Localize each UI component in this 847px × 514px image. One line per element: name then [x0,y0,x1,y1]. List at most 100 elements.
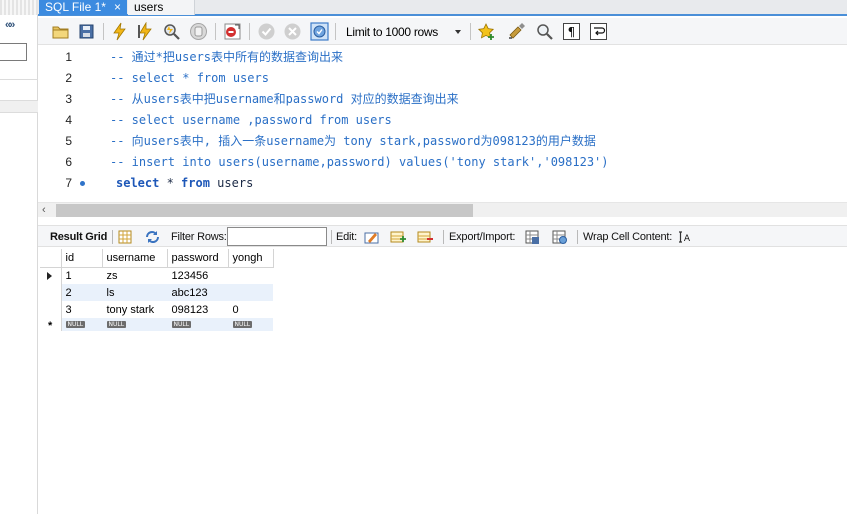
toolbar-separator [249,23,250,40]
result-grid[interactable]: id username password yongh 1 zs 123456 2… [40,249,274,332]
cell-id[interactable]: 1 [61,267,102,284]
rollback-icon[interactable] [283,22,302,41]
row-header[interactable] [40,267,62,284]
cell-password[interactable]: 123456 [167,267,228,284]
result-toolbar: Result Grid Filter Rows: Edit: Export/Im… [38,225,847,247]
toolbar-separator [443,230,444,244]
limit-rows-value: Limit to 1000 rows [346,25,438,39]
panel-splitter[interactable] [38,217,847,225]
editor-line: 1 -- 通过*把users表中所有的数据查询出来 [38,47,847,68]
scrollbar-thumb[interactable] [56,204,473,217]
svg-text:A: A [684,234,691,244]
save-icon[interactable] [77,22,96,41]
form-view-icon[interactable] [117,229,134,245]
sql-editor[interactable]: 1 -- 通过*把users表中所有的数据查询出来 2 -- select * … [38,46,847,202]
stop-hand-icon[interactable] [189,22,208,41]
beautify-brush-icon[interactable] [507,22,526,41]
cell-null[interactable]: NULL [167,318,228,331]
scroll-left-icon[interactable]: ‹ [42,204,46,216]
execute-lightning-icon[interactable] [110,22,129,41]
refresh-icon[interactable] [144,229,161,245]
tab-users[interactable]: users [128,0,195,15]
invisible-chars-pilcrow-icon[interactable]: ¶ [562,22,581,41]
cell-password[interactable]: 098123 [167,301,228,318]
sql-statement: select * from users [116,173,253,193]
sidebar-filter-input[interactable] [0,43,27,61]
current-row-pointer-icon [47,271,52,280]
editor-line-current: 7 select * from users [38,173,847,194]
commit-icon[interactable] [257,22,276,41]
filter-rows-input[interactable] [227,227,327,246]
new-row[interactable]: * NULL NULL NULL NULL [40,318,273,332]
delete-row-icon[interactable] [417,229,434,245]
collapse-arrows-icon[interactable]: «» [5,19,15,31]
cell-yongh[interactable]: 0 [228,301,273,318]
line-number: 3 [65,92,72,106]
import-icon[interactable] [551,229,568,245]
column-header-yongh[interactable]: yongh [228,249,274,268]
sidebar-grip[interactable] [0,0,38,15]
table-row[interactable]: 1 zs 123456 [40,267,273,284]
close-tab-icon[interactable]: × [114,0,121,14]
cell-username[interactable]: zs [102,267,167,284]
line-number: 7 [65,176,72,190]
cell-password[interactable]: abc123 [167,284,228,301]
row-header[interactable] [40,284,62,301]
table-row[interactable]: 2 ls abc123 [40,284,273,301]
cell-username[interactable]: tony stark [102,301,167,318]
sidebar-section-bar [0,100,38,113]
null-badge: NULL [106,320,127,328]
wrap-cell-content-icon[interactable]: A [676,229,693,245]
null-badge: NULL [65,320,86,328]
line-number: 2 [65,71,72,85]
table-row[interactable]: 3 tony stark 098123 0 [40,301,273,318]
find-icon[interactable] [535,22,554,41]
toggle-error-stop-icon[interactable] [223,22,242,41]
sql-token: users [209,176,254,190]
column-header-username[interactable]: username [102,249,168,268]
column-header-id[interactable]: id [61,249,103,268]
wrap-lines-icon[interactable] [589,22,608,41]
toolbar-separator [470,23,471,40]
editor-horizontal-scrollbar[interactable]: ‹ [38,202,847,217]
autocommit-icon[interactable] [310,22,329,41]
line-number: 6 [65,155,72,169]
cell-yongh[interactable] [228,267,273,284]
insert-row-icon[interactable] [390,229,407,245]
left-sidebar-strip: «» [0,0,38,514]
grid-corner[interactable] [40,249,62,268]
explain-magnifier-icon[interactable] [162,22,181,41]
null-badge: NULL [232,320,253,328]
export-icon[interactable] [524,229,541,245]
new-row-marker: * [48,320,53,332]
execute-cursor-lightning-icon[interactable] [136,22,155,41]
cell-id[interactable]: 2 [61,284,102,301]
tab-sql-file-1[interactable]: SQL File 1* × [39,0,127,15]
add-snippet-star-icon[interactable] [477,22,496,41]
cell-id[interactable]: 3 [61,301,102,318]
line-number: 1 [65,50,72,64]
filter-rows-label: Filter Rows: [171,231,227,243]
result-grid-tab[interactable]: Result Grid [50,231,107,243]
cell-username[interactable]: ls [102,284,167,301]
line-number: 4 [65,113,72,127]
toolbar-separator [215,23,216,40]
editor-line: 6 -- insert into users(username,password… [38,152,847,173]
cell-null[interactable]: NULL [61,318,102,331]
editor-line: 5 -- 向users表中, 插入一条username为 tony stark,… [38,131,847,152]
edit-row-pencil-icon[interactable] [363,229,380,245]
open-folder-icon[interactable] [51,22,70,41]
limit-rows-select[interactable]: Limit to 1000 rows [340,23,466,41]
cell-null[interactable]: NULL [228,318,273,331]
sql-editor-toolbar: Limit to 1000 rows ¶ [38,18,847,45]
chevron-down-icon [455,30,461,34]
row-header[interactable] [40,301,62,318]
toolbar-separator [103,23,104,40]
row-header[interactable]: * [40,318,62,332]
export-import-label: Export/Import: [449,231,516,243]
cell-null[interactable]: NULL [102,318,167,331]
column-header-password[interactable]: password [167,249,229,268]
sql-keyword: from [181,176,210,190]
cell-yongh[interactable] [228,284,273,301]
editor-tab-bar: SQL File 1* × users [38,0,847,16]
